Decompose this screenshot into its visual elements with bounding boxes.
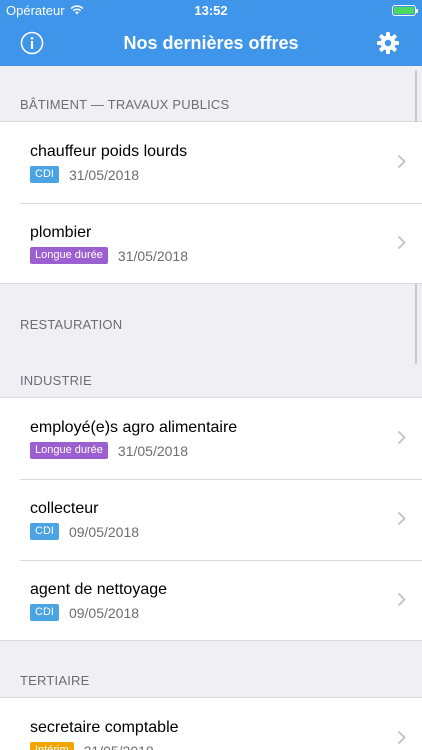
offer-title: collecteur	[30, 500, 99, 517]
settings-button[interactable]	[376, 31, 400, 55]
offer-title: employé(e)s agro alimentaire	[30, 419, 238, 436]
wifi-icon	[70, 5, 83, 15]
offer-cell[interactable]: employé(e)s agro alimentaire Longue durée…	[0, 398, 422, 479]
offer-title: chauffeur poids lourds	[30, 143, 188, 160]
offer-meta: CDI 31/05/2018	[30, 166, 402, 183]
offer-meta: Longue durée 31/05/2018	[30, 442, 402, 459]
offer-date: 09/05/2018	[68, 604, 140, 621]
page-title: Nos dernières offres	[123, 32, 299, 53]
chevron-right-icon	[397, 592, 406, 607]
status-left: Opérateur	[6, 3, 84, 18]
offer-meta: CDI 09/05/2018	[30, 604, 402, 621]
status-bar: Opérateur 13:52	[0, 0, 422, 20]
offer-cell[interactable]: plombier Longue durée 31/05/2018	[0, 203, 422, 284]
battery-icon	[392, 4, 418, 16]
offer-cell[interactable]: secretaire comptable Intérim 31/05/2018	[0, 698, 422, 750]
offer-title: agent de nettoyage	[30, 581, 168, 598]
gear-icon	[377, 32, 399, 54]
chevron-right-icon	[397, 511, 406, 526]
contract-badge: CDI	[30, 604, 59, 621]
section-header: RESTAURATION	[20, 317, 123, 332]
section-header: BÂTIMENT — TRAVAUX PUBLICS	[0, 66, 422, 122]
offer-title: secretaire comptable	[30, 719, 179, 736]
chevron-right-icon	[397, 430, 406, 445]
section-header: INDUSTRIE	[0, 341, 422, 398]
offer-date: 31/05/2018	[117, 442, 188, 459]
chevron-right-icon	[397, 235, 406, 250]
offer-date: 31/05/2018	[84, 743, 154, 750]
sections-container: BÂTIMENT — TRAVAUX PUBLICS chauffeur poid…	[0, 66, 422, 750]
carrier-label: Opérateur	[6, 2, 65, 18]
chevron-right-icon	[397, 730, 406, 745]
status-right	[392, 4, 418, 16]
contract-badge: Longue durée	[30, 442, 108, 459]
navigation-bar: Nos dernières offres	[0, 20, 422, 66]
offer-title: plombier	[30, 224, 92, 241]
info-icon	[20, 31, 44, 55]
offer-cell[interactable]: agent de nettoyage CDI 09/05/2018	[0, 560, 422, 641]
info-button[interactable]	[20, 31, 44, 55]
offers-list[interactable]: BÂTIMENT — TRAVAUX PUBLICS chauffeur poid…	[0, 66, 422, 750]
offer-meta: Intérim 31/05/2018	[30, 742, 402, 750]
contract-badge: CDI	[30, 166, 59, 183]
offer-meta: CDI 09/05/2018	[30, 523, 402, 540]
offer-date: 09/05/2018	[68, 523, 140, 540]
battery-level	[394, 6, 414, 14]
offer-date: 31/05/2018	[117, 247, 188, 264]
offer-cell[interactable]: collecteur CDI 09/05/2018	[0, 479, 422, 560]
offer-cell[interactable]: chauffeur poids lourds CDI 31/05/2018	[0, 122, 422, 203]
offer-meta: Longue durée 31/05/2018	[30, 247, 402, 264]
offer-date: 31/05/2018	[68, 166, 140, 183]
section-header: TERTIAIRE	[0, 641, 422, 698]
contract-badge: CDI	[30, 523, 59, 540]
chevron-right-icon	[397, 154, 406, 169]
contract-badge: Longue durée	[30, 247, 108, 264]
contract-badge: Intérim	[30, 742, 74, 750]
